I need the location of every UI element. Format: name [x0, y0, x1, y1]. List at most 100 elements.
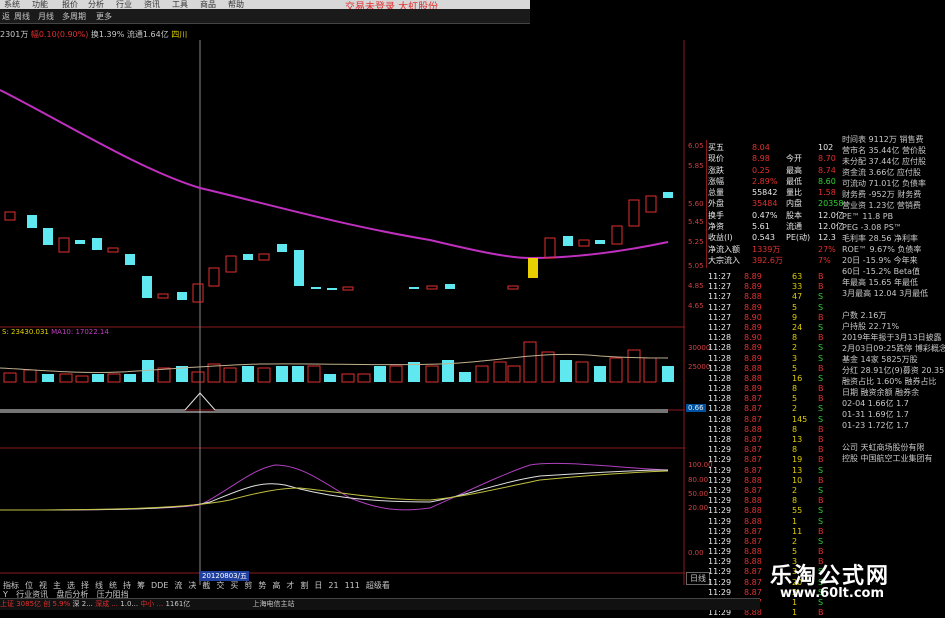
indicator-tab[interactable]: 视: [36, 580, 50, 589]
volume-bar: [3, 372, 17, 383]
tick-price: 8.87: [744, 577, 762, 587]
volume-bar: [560, 360, 572, 382]
candle: [409, 287, 419, 289]
volume-bar: [459, 372, 471, 382]
indicator-tab[interactable]: 超级看: [363, 580, 393, 589]
tick-time: 11:29: [708, 587, 732, 597]
tick-side: B: [818, 394, 824, 404]
tick-side: B: [818, 608, 824, 618]
indicator-tab[interactable]: 21: [325, 581, 341, 589]
tick-price: 8.88: [744, 496, 762, 506]
candle: [208, 267, 220, 287]
tick-price: 8.89: [744, 302, 762, 312]
toolbar-item[interactable]: 返: [2, 11, 10, 22]
tick-time: 11:27: [708, 292, 732, 302]
indicator-tab[interactable]: 持: [120, 580, 134, 589]
indicator-tab[interactable]: 交: [213, 580, 227, 589]
tick-volume: 19: [792, 455, 803, 465]
tick-side: S: [818, 536, 824, 546]
tick-volume: 3: [792, 353, 798, 363]
volume-axis-label: 25000: [688, 363, 711, 371]
candle: [611, 225, 623, 245]
candle: [595, 240, 605, 244]
tab[interactable]: 盘后分析: [53, 589, 91, 598]
indicator-tab[interactable]: 剪: [241, 580, 255, 589]
tab[interactable]: Y: [0, 590, 11, 598]
tick-volume: 5: [792, 363, 798, 373]
stock-info-bar: 2301万 幅0.10(0.90%) 换1.39% 流通1.64亿 四川: [0, 29, 187, 40]
tab[interactable]: 行业资讯: [13, 589, 51, 598]
tick-price: 8.88: [744, 475, 762, 485]
indicator-tab[interactable]: 流: [171, 580, 185, 589]
tick-row: 11:27 8.89 63 B: [708, 272, 840, 282]
indicator-tab[interactable]: 筹: [134, 580, 148, 589]
toolbar-item[interactable]: 更多: [96, 11, 112, 22]
status-item: 中小 ...: [140, 600, 164, 608]
volume-label: S: 23430.031 MA10: 17022.14: [2, 328, 109, 336]
indicator-axis-value: 0.66: [686, 404, 706, 412]
indicator-tab[interactable]: 111: [342, 581, 363, 589]
tick-side: B: [818, 384, 824, 394]
indicator-tab[interactable]: DDE: [148, 581, 171, 589]
price-axis-label: 6.05: [688, 142, 704, 150]
fundamentals-row: 户数 2.16万: [842, 311, 887, 320]
tick-time: 11:29: [708, 577, 732, 587]
toolbar-item[interactable]: 月线: [38, 11, 54, 22]
tick-time: 11:29: [708, 516, 732, 526]
tick-volume: 145: [792, 414, 808, 424]
tick-row: 11:29 8.87 8 B: [708, 445, 840, 455]
indicator-tab[interactable]: 日: [311, 580, 325, 589]
indicator-tab[interactable]: 决: [185, 580, 199, 589]
fundamentals-row: 01-23 1.72亿 1.7: [842, 421, 909, 430]
toolbar-item[interactable]: 多周期: [62, 11, 86, 22]
status-item: 1.0...: [120, 600, 139, 608]
fundamentals-row: [842, 431, 945, 442]
candle: [75, 240, 85, 244]
volume-bar: [307, 365, 321, 383]
candle: [107, 247, 119, 253]
fundamentals-row: PEG -3.08 PS™: [842, 223, 902, 232]
indicator-tab[interactable]: 买: [227, 580, 241, 589]
indicator-tab[interactable]: 选: [64, 580, 78, 589]
tick-time: 11:27: [708, 272, 732, 281]
indicator-tab[interactable]: 才: [283, 580, 297, 589]
indicator-tab[interactable]: 位: [22, 580, 36, 589]
tick-price: 8.87: [744, 455, 762, 465]
indicator-tab[interactable]: 线: [92, 580, 106, 589]
volume-ma-value: MA10: 17022.14: [51, 328, 109, 336]
indicator-tab[interactable]: 指标: [0, 580, 22, 589]
status-item: 深 2...: [72, 600, 93, 608]
fundamentals-row: 毛利率 28.56 净利率: [842, 234, 918, 243]
kline-chart[interactable]: [0, 40, 685, 585]
tab[interactable]: 压力阻挡: [94, 589, 132, 598]
candle: [43, 228, 53, 245]
tick-volume: 1: [792, 608, 798, 618]
tick-volume: 2: [792, 404, 798, 414]
tick-time: 11:27: [708, 302, 732, 312]
indicator-tab[interactable]: 高: [269, 580, 283, 589]
volume-bar: [507, 365, 521, 383]
volume-bar: [276, 366, 288, 382]
indicator-tab[interactable]: 势: [255, 580, 269, 589]
indicator-tab[interactable]: 统: [106, 580, 120, 589]
tick-side: B: [818, 455, 824, 465]
tick-side: S: [818, 322, 824, 332]
candle: [426, 285, 438, 290]
volume-bar: [124, 374, 136, 382]
tick-side: S: [818, 516, 824, 526]
toolbar-item[interactable]: 周线: [14, 11, 30, 22]
tick-time: 11:29: [708, 445, 732, 455]
status-item: 上证 3085亿: [0, 600, 42, 608]
indicator-tab[interactable]: 截: [199, 580, 213, 589]
tick-row: 11:29 8.88 1 S: [708, 517, 840, 527]
indicator-tab[interactable]: 割: [297, 580, 311, 589]
tab-daily[interactable]: 日线: [686, 572, 710, 585]
tick-volume: 8: [792, 496, 798, 506]
indicator-tab[interactable]: 择: [78, 580, 92, 589]
volume-bar: [425, 365, 439, 383]
tick-time: 11:28: [708, 435, 732, 444]
indicator-tab[interactable]: 主: [50, 580, 64, 589]
status-item: 上海电信主站: [252, 600, 295, 608]
tick-time: 11:28: [708, 353, 732, 363]
volume-bar: [493, 361, 507, 383]
